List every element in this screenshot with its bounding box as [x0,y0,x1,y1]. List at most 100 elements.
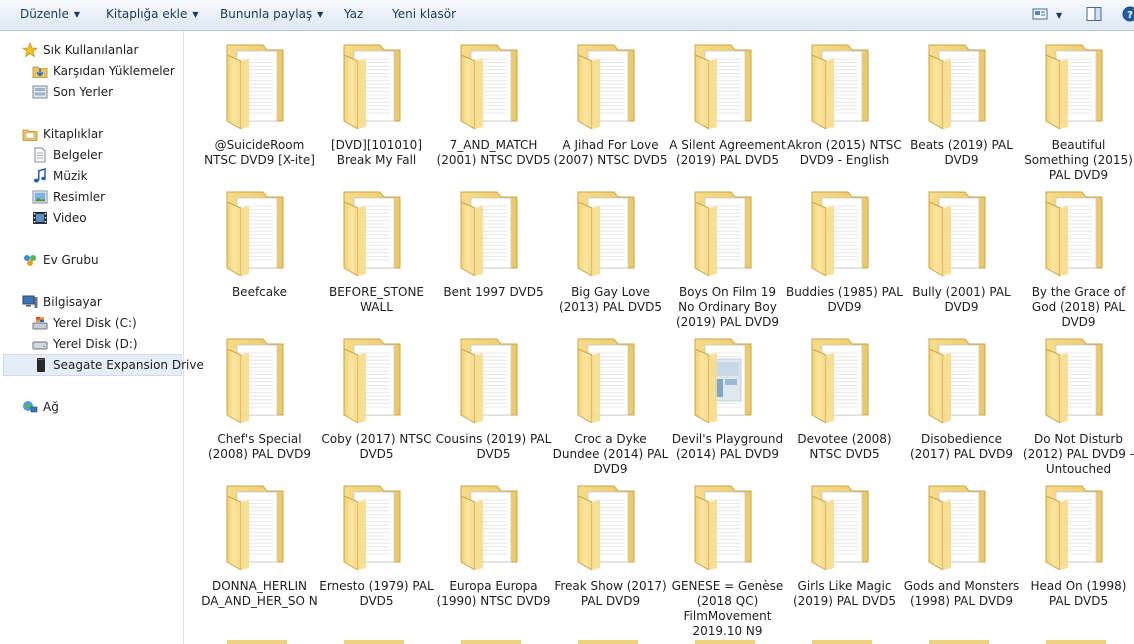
folder-item[interactable]: Devotee (2008) NTSC DVD5 [786,329,903,476]
organize-label: Düzenle [20,7,69,21]
libraries-icon [22,129,38,141]
folder-item-partial[interactable] [578,640,638,644]
folder-icon [343,191,401,276]
computer-icon [22,295,38,308]
folder-item[interactable]: DONNA_HERLIN DA_AND_HER_SO N [201,476,318,623]
folder-item-partial[interactable] [929,640,989,644]
folder-icon [343,485,401,570]
new-folder-button[interactable]: Yeni klasör [392,7,456,21]
folder-item[interactable]: 7_AND_MATCH (2001) NTSC DVD5 [435,35,552,182]
folder-name: Girls Like Magic (2019) PAL DVD5 [792,579,896,608]
folder-item[interactable]: Coby (2017) NTSC DVD5 [318,329,435,476]
folder-item-partial[interactable] [227,640,287,644]
folder-item[interactable]: A Silent Agreement (2019) PAL DVD5 [669,35,786,182]
folder-item[interactable]: Big Gay Love (2013) PAL DVD5 [552,182,669,329]
folder-item[interactable]: Beautiful Something (2015) PAL DVD9 [1020,35,1134,182]
folder-item[interactable]: Freak Show (2017) PAL DVD9 [552,476,669,623]
folder-name: Chef's Special (2008) PAL DVD9 [207,432,311,461]
pictures-icon [32,190,48,204]
folder-name: Akron (2015) NTSC DVD9 - English [787,138,902,167]
folder-name: Head On (1998) PAL DVD5 [1030,579,1127,608]
folder-item[interactable]: By the Grace of God (2018) PAL DVD9 [1020,182,1134,329]
folder-icon [694,338,752,423]
folder-item[interactable]: Beats (2019) PAL DVD9 [903,35,1020,182]
folder-item-partial[interactable] [695,640,755,644]
folder-icon [928,191,986,276]
folder-name: Croc a Dyke Dundee (2014) PAL DVD9 [552,432,669,476]
folder-name: Bully (2001) PAL DVD9 [912,285,1011,314]
folder-item[interactable]: Gods and Monsters (1998) PAL DVD9 [903,476,1020,623]
file-list: @SuicideRoom NTSC DVD9 [X-ite] [DVD][1010… [184,31,1134,644]
folder-icon [577,338,635,423]
video-icon [33,212,47,224]
folder-icon [226,44,284,129]
help-button[interactable]: ? [1122,6,1134,24]
share-with-label: Bununla paylaş [220,7,313,21]
folder-item-partial[interactable] [344,640,404,644]
folder-item[interactable]: GENESE = Genèse (2018 QC) FilmMovement 2… [669,476,786,638]
folder-icon [694,485,752,570]
folder-name: Beefcake [231,285,288,299]
folder-item-partial[interactable] [461,640,521,644]
folder-item[interactable]: Devil's Playground (2014) PAL DVD9 [669,329,786,476]
drive-icon [32,341,48,350]
folder-item[interactable]: Boys On Film 19 No Ordinary Boy (2019) P… [669,182,786,329]
nav-label: Ağ [43,400,59,414]
folder-item[interactable]: Do Not Disturb (2012) PAL DVD9 - Untouch… [1020,329,1134,476]
folder-item[interactable]: Beefcake [201,182,318,329]
folder-item[interactable]: Chef's Special (2008) PAL DVD9 [201,329,318,476]
include-in-library-button[interactable]: Kitaplığa ekle ▼ [106,7,199,21]
folder-name: Gods and Monsters (1998) PAL DVD9 [903,579,1020,608]
folder-item-partial[interactable] [1046,640,1106,644]
nav-label: Yerel Disk (D:) [53,337,138,351]
folder-name: Big Gay Love (2013) PAL DVD5 [558,285,662,314]
folder-name: Devil's Playground (2014) PAL DVD9 [671,432,784,461]
folder-item-partial[interactable] [812,640,872,644]
change-view-button[interactable] [1032,6,1048,24]
nav-label: Müzik [53,169,88,183]
folder-item[interactable]: @SuicideRoom NTSC DVD9 [X-ite] [201,35,318,182]
folder-name: A Jihad For Love (2007) NTSC DVD5 [553,138,668,167]
recent-places-icon [32,85,48,99]
folder-icon [694,44,752,129]
folder-item[interactable]: Ernesto (1979) PAL DVD5 [318,476,435,623]
command-bar: Düzenle ▼ Kitaplığa ekle ▼ Bununla paylaş ▼… [0,0,1134,31]
folder-item[interactable]: Girls Like Magic (2019) PAL DVD5 [786,476,903,623]
folder-item[interactable]: Buddies (1985) PAL DVD9 [786,182,903,329]
view-icon [1032,8,1048,20]
burn-label: Yaz [344,7,364,21]
folder-icon [226,191,284,276]
folder-item[interactable]: Bully (2001) PAL DVD9 [903,182,1020,329]
nav-label: Ev Grubu [43,253,99,267]
nav-label: Video [53,211,87,225]
folder-item[interactable]: Disobedience (2017) PAL DVD9 [903,329,1020,476]
nav-label: Belgeler [53,148,103,162]
system-drive-icon [32,317,48,330]
folder-item[interactable]: BEFORE_STONE WALL [318,182,435,329]
nav-label: Son Yerler [53,85,114,99]
folder-item[interactable]: Cousins (2019) PAL DVD5 [435,329,552,476]
folder-item[interactable]: [DVD][101010] Break My Fall [318,35,435,182]
organize-button[interactable]: Düzenle ▼ [20,7,80,21]
folder-icon [577,485,635,570]
folder-item[interactable]: Akron (2015) NTSC DVD9 - English [786,35,903,182]
folder-icon [577,191,635,276]
folder-icon [811,485,869,570]
folder-icon [1045,44,1103,129]
folder-item[interactable]: Bent 1997 DVD5 [435,182,552,329]
burn-button[interactable]: Yaz [344,7,363,21]
folder-item[interactable]: Croc a Dyke Dundee (2014) PAL DVD9 [552,329,669,476]
view-options-button[interactable]: ▼ [1056,8,1062,22]
nav-label: Kitaplıklar [43,127,104,141]
share-with-button[interactable]: Bununla paylaş ▼ [220,7,323,21]
folder-item[interactable]: Europa Europa (1990) NTSC DVD9 [435,476,552,623]
folder-icon [811,191,869,276]
preview-pane-button[interactable] [1086,6,1102,24]
network-icon [23,401,38,413]
folder-name: Disobedience (2017) PAL DVD9 [909,432,1013,461]
folder-item[interactable]: Head On (1998) PAL DVD5 [1020,476,1134,623]
folder-icon [577,44,635,129]
nav-item-seagate[interactable]: Seagate Expansion Drive [3,354,204,376]
folder-item[interactable]: A Jihad For Love (2007) NTSC DVD5 [552,35,669,182]
folder-icon [928,44,986,129]
